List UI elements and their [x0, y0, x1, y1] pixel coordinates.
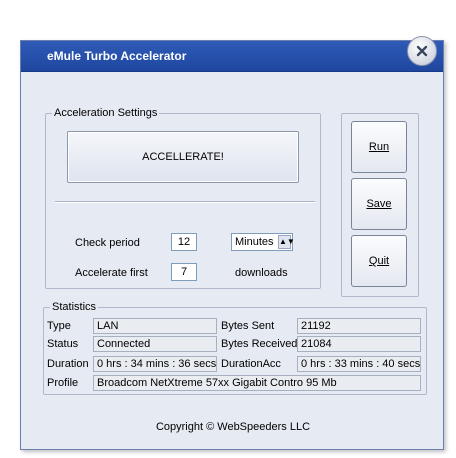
duration-label: Duration	[47, 358, 89, 370]
close-icon	[416, 45, 428, 57]
quit-button-label: Quit	[368, 255, 390, 267]
status-label: Status	[47, 338, 79, 350]
quit-button[interactable]: Quit	[351, 235, 407, 287]
check-period-label: Check period	[75, 237, 140, 249]
statistics-label: Statistics	[50, 301, 99, 313]
accelerate-first-label: Accelerate first	[75, 267, 148, 279]
title-bar[interactable]: eMule Turbo Accelerator	[21, 41, 443, 72]
bytes-received-label: Bytes Received	[221, 338, 298, 350]
duration-acc-label: DurationAcc	[221, 358, 281, 370]
type-label: Type	[47, 320, 71, 332]
save-button[interactable]: Save	[351, 178, 407, 230]
acceleration-settings-label: Acceleration Settings	[52, 107, 160, 119]
save-button-label: Save	[366, 198, 392, 210]
bytes-sent-label: Bytes Sent	[221, 320, 275, 332]
profile-field: Broadcom NetXtreme 57xx Gigabit Contro 9…	[93, 375, 421, 391]
downloads-label: downloads	[235, 267, 288, 279]
accelerate-button-label: ACCELLERATE!	[142, 151, 224, 163]
copyright-text: Copyright © WebSpeeders LLC	[155, 421, 311, 433]
type-field: LAN	[93, 318, 217, 334]
status-field: Connected	[93, 336, 217, 352]
accelerate-first-input[interactable]: 7	[171, 263, 197, 281]
bytes-sent-field: 21192	[297, 318, 421, 334]
duration-field: 0 hrs : 34 mins : 36 secs	[93, 356, 217, 372]
profile-label: Profile	[47, 377, 79, 389]
main-window: eMule Turbo Accelerator Acceleration Set…	[20, 36, 444, 450]
run-button-label: Run	[368, 141, 390, 153]
run-button[interactable]: Run	[351, 121, 407, 173]
settings-divider	[55, 201, 315, 203]
check-period-input[interactable]: 12	[171, 233, 197, 251]
period-unit-select[interactable]: Minutes ▲▼	[231, 233, 295, 251]
close-button[interactable]	[407, 36, 437, 66]
window-title: eMule Turbo Accelerator	[47, 49, 187, 63]
spin-icon[interactable]: ▲▼	[278, 235, 295, 249]
accelerate-button[interactable]: ACCELLERATE!	[67, 131, 299, 183]
duration-acc-field: 0 hrs : 33 mins : 40 secs	[297, 356, 421, 372]
bytes-received-field: 21084	[297, 336, 421, 352]
period-unit-value: Minutes	[235, 236, 274, 248]
